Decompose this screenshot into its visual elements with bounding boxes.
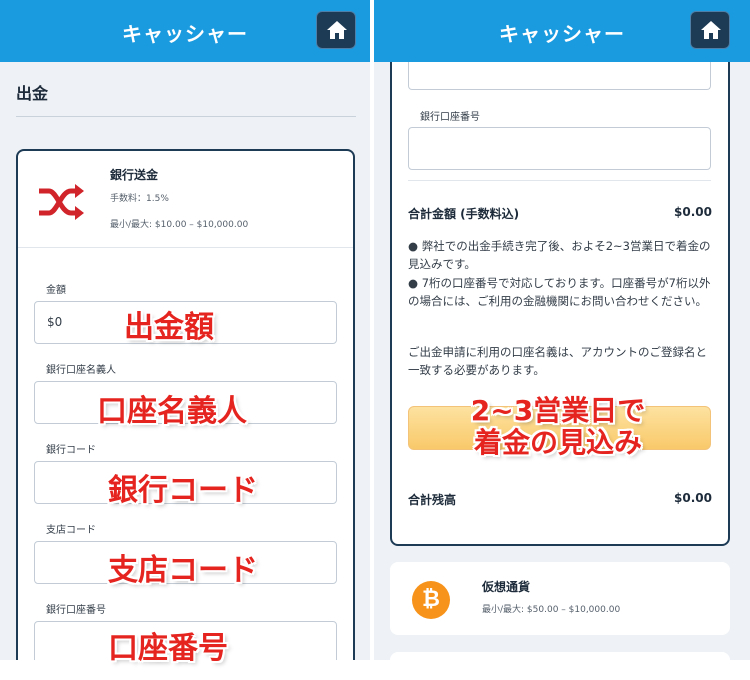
amount-label: 金額 <box>46 285 66 296</box>
note-account-name: ご出金申請に利用の口座名義は、アカウントのご登録名と一致する必要があります。 <box>408 345 707 377</box>
home-button-right[interactable] <box>690 11 730 49</box>
crypto-name: 仮想通貨 <box>482 580 531 594</box>
divider <box>16 116 356 117</box>
app-header-right: キャッシャー <box>374 0 750 62</box>
card-divider <box>18 247 353 248</box>
overlay-account-holder: 口座名義人 <box>97 394 247 429</box>
shuffle-arrows-icon <box>39 184 84 220</box>
account-number-label: 銀行口座番号 <box>46 605 106 616</box>
account-number-input-right[interactable] <box>408 127 711 170</box>
page-title: 出金 <box>16 84 49 103</box>
overlay-eta-line2: 着金の見込み <box>473 426 642 459</box>
method-limits: 最小/最大: $10.00 – $10,000.00 <box>110 220 249 230</box>
balance-label: 合計残高 <box>408 493 457 507</box>
overlay-bank-code: 銀行コード <box>108 473 258 508</box>
bank-code-label: 銀行コード <box>46 445 96 456</box>
note-account-digits: ● 7桁の口座番号で対応しております。口座番号が7桁以外の場合には、ご利用の金融… <box>408 276 711 308</box>
home-icon <box>701 21 721 39</box>
home-button[interactable] <box>316 11 356 49</box>
next-method-card[interactable] <box>390 652 730 662</box>
account-holder-label: 銀行口座名義人 <box>46 365 116 376</box>
account-number-label-right: 銀行口座番号 <box>420 112 480 123</box>
overlay-amount: 出金額 <box>124 310 214 345</box>
app-title: キャッシャー <box>122 22 248 46</box>
overlay-branch-code: 支店コード <box>108 553 258 588</box>
divider <box>408 180 711 181</box>
note-processing-time: ● 弊社での出金手続き完了後、およそ2~3営業日で着金の見込みです。 <box>408 239 711 271</box>
method-name: 銀行送金 <box>110 168 159 182</box>
amount-value: $0 <box>47 315 63 329</box>
branch-code-label: 支店コード <box>46 525 96 536</box>
home-icon <box>327 21 347 39</box>
crypto-method-card[interactable]: ₿ 仮想通貨 最小/最大: $50.00 – $10,000.00 <box>390 562 730 635</box>
balance-value: $0.00 <box>674 491 712 505</box>
overlay-account-number: 口座番号 <box>108 631 228 666</box>
crypto-limits: 最小/最大: $50.00 – $10,000.00 <box>482 605 621 615</box>
bank-code-input-partial[interactable] <box>408 58 711 90</box>
overlay-eta-line1: 2~3営業日で <box>470 394 646 427</box>
total-value: $0.00 <box>674 205 712 219</box>
bitcoin-icon: ₿ <box>412 581 450 619</box>
method-fee: 手数料：1.5% <box>110 194 169 204</box>
total-label: 合計金額 (手数料込) <box>408 207 520 221</box>
app-header: キャッシャー <box>0 0 370 62</box>
